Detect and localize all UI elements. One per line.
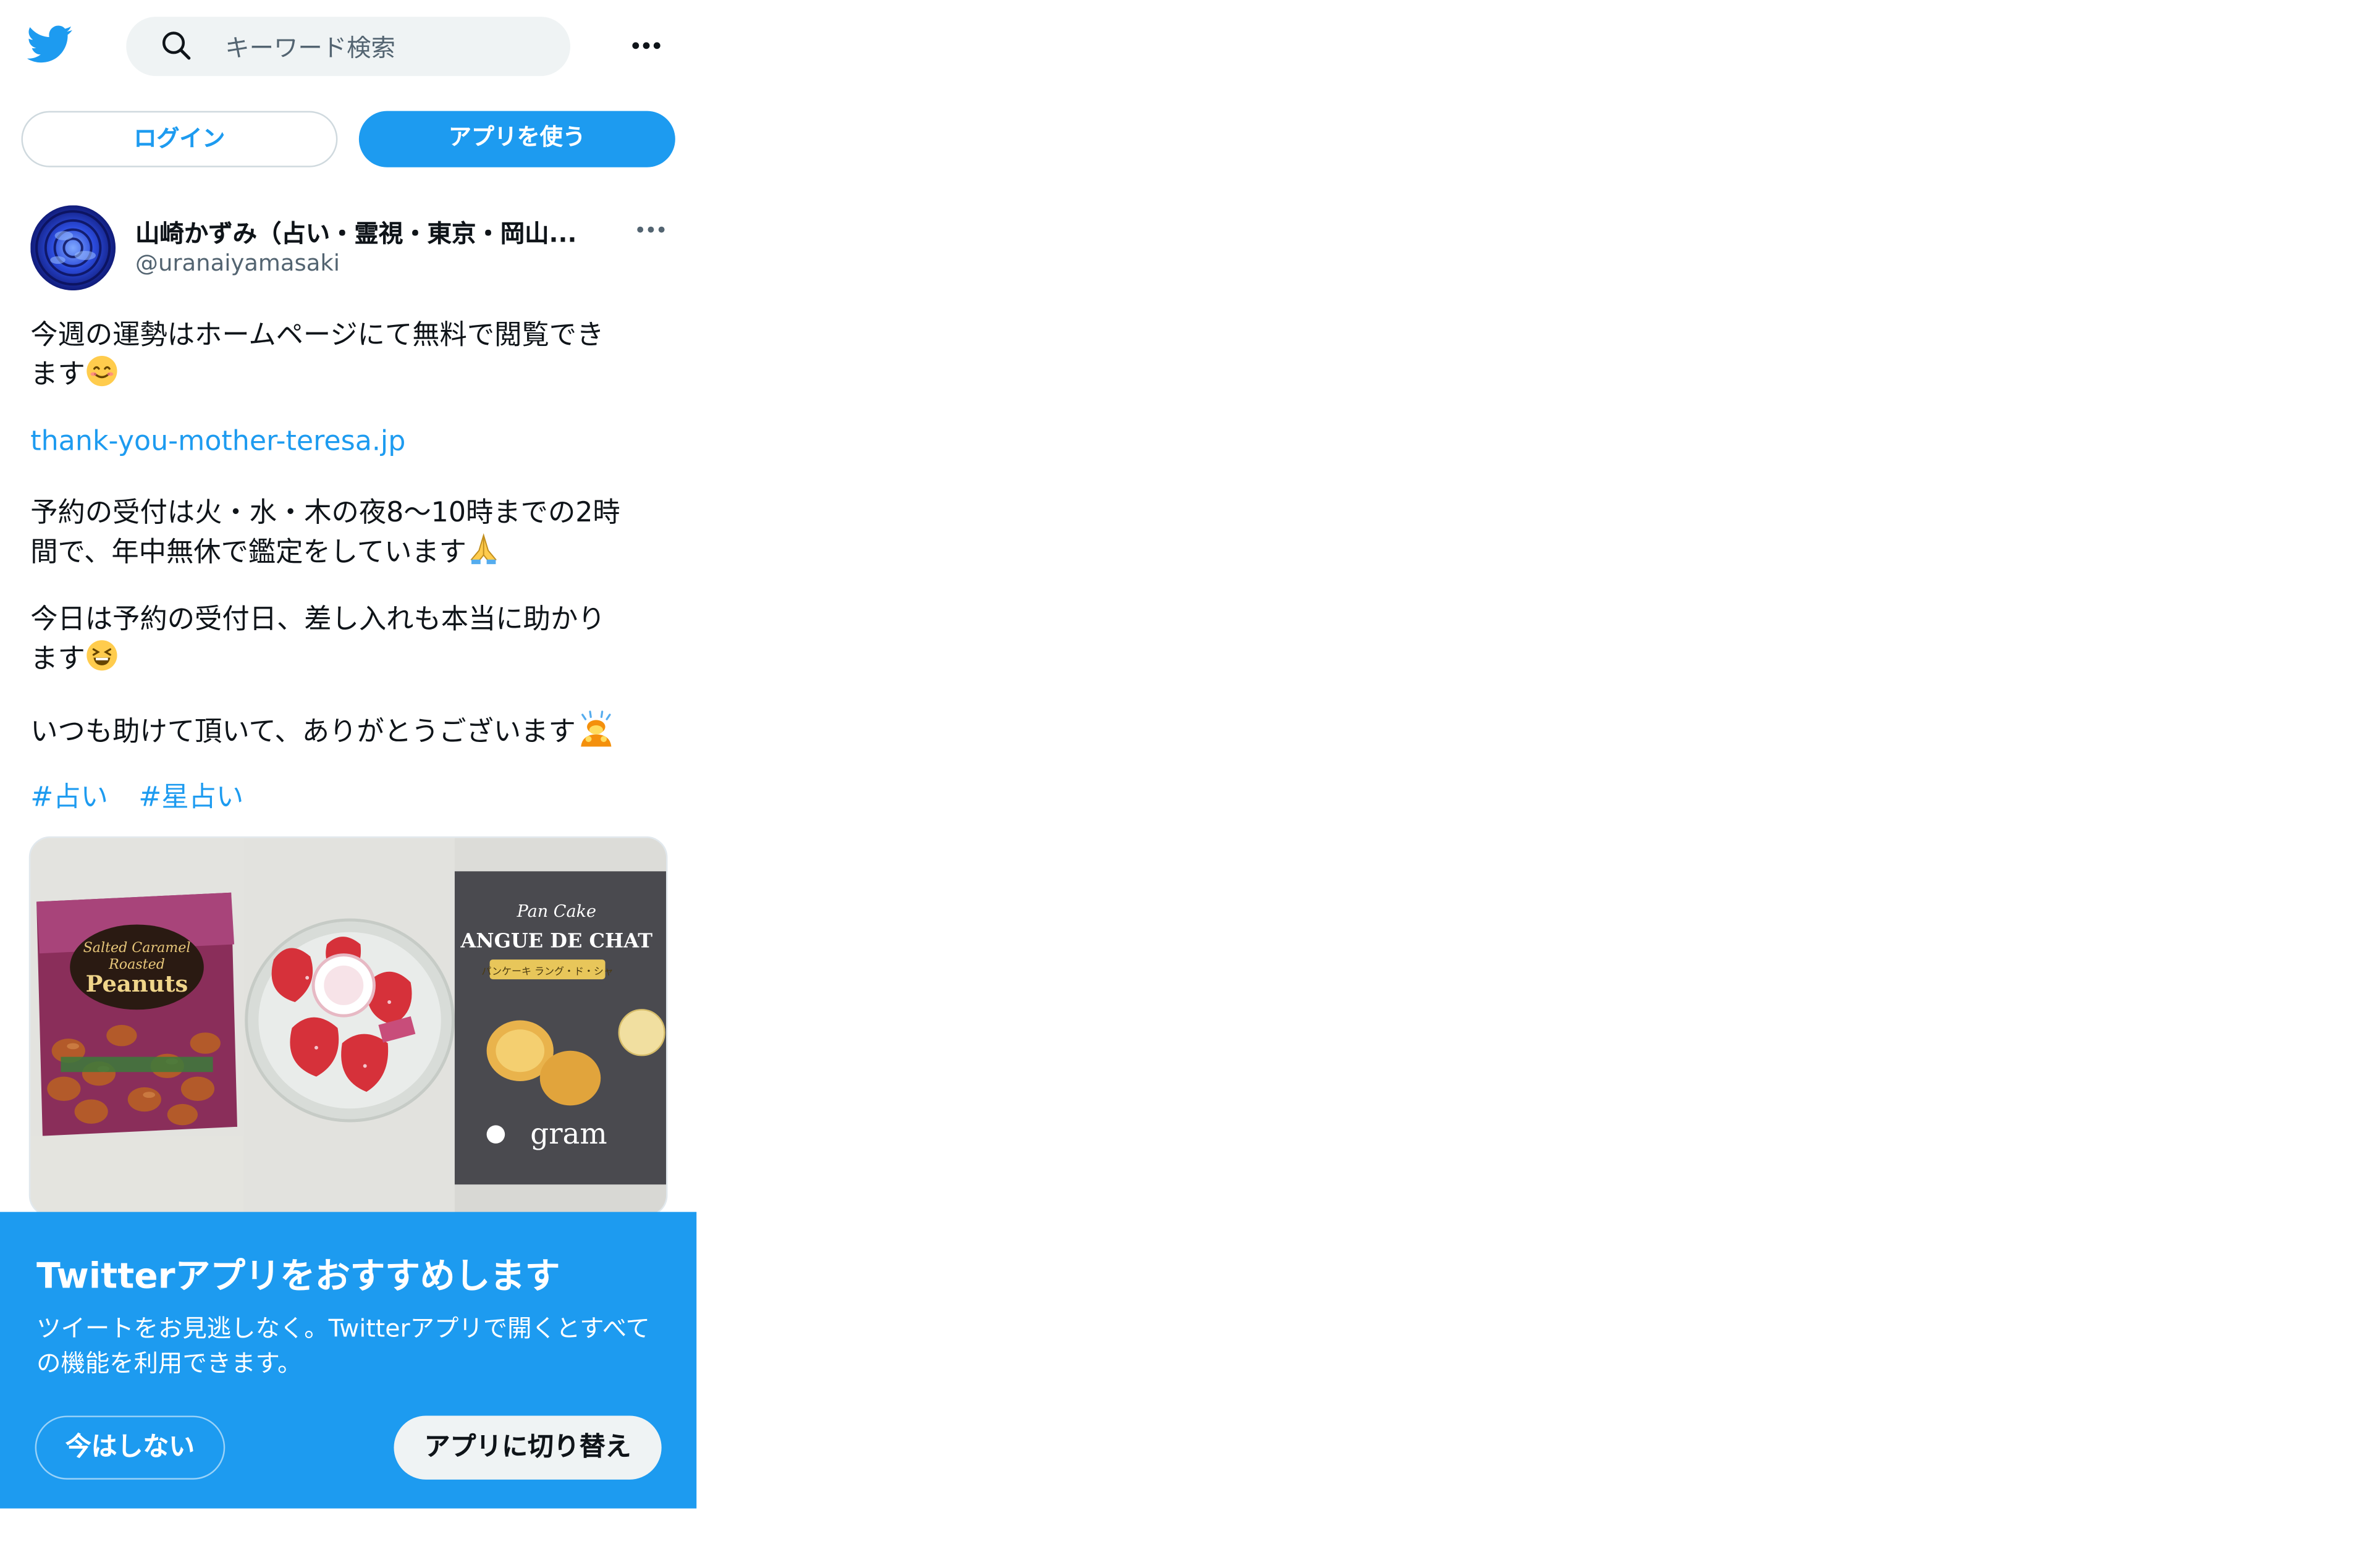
folded-hands-emoji-icon — [470, 533, 497, 565]
tweet-text-fragment: ます — [30, 358, 85, 391]
person-bowing-emoji-icon — [580, 710, 611, 747]
smiling-face-emoji-icon — [87, 355, 117, 387]
svg-text:gram: gram — [530, 1118, 607, 1151]
search-icon — [162, 32, 191, 60]
tweet-text-line: 予約の受付は火・水・木の夜8〜10時までの2時 — [30, 497, 620, 529]
svg-text:Peanuts: Peanuts — [86, 970, 188, 997]
tweet-text-line: 今日は予約の受付日、差し入れも本当に助かり — [30, 604, 606, 636]
switch-to-app-button[interactable]: アプリに切り替え — [394, 1415, 662, 1480]
tweet-text-line: ます — [30, 639, 677, 678]
use-app-button[interactable]: アプリを使う — [358, 111, 675, 167]
hashtag-line: #占い #星占い — [30, 780, 677, 817]
tweet-link-line: thank-you-mother-teresa.jp — [30, 424, 677, 461]
blue-rose-avatar-image — [30, 205, 116, 291]
svg-text:Pan Cake: Pan Cake — [517, 902, 596, 921]
tweet-text-line: いつも助けて頂いて、ありがとうございます — [30, 709, 677, 751]
tweet-text-fragment: ます — [30, 643, 85, 675]
media-photo-langue-de-chat[interactable]: Pan Cake ANGUE DE CHAT パンケーキ ラング・ド・シャ gr… — [454, 838, 668, 1216]
author-handle[interactable]: @uranaiyamasaki — [135, 250, 340, 277]
login-button[interactable]: ログイン — [21, 111, 338, 167]
tweet-media-grid[interactable]: Salted Caramel Roasted Peanuts Pan Cake … — [28, 836, 668, 1217]
svg-text:ANGUE DE CHAT: ANGUE DE CHAT — [460, 929, 653, 952]
hashtag-link[interactable]: #星占い — [138, 782, 243, 814]
search-input[interactable] — [225, 30, 560, 64]
tweet-text-line: ます — [30, 354, 677, 394]
not-now-button[interactable]: 今はしない — [35, 1415, 226, 1480]
tweet-text-fragment: 間で、年中無休で鑑定をしています — [30, 536, 467, 569]
tweet-more-icon[interactable] — [631, 213, 670, 247]
promo-body: ツイートをお見逃しなく。Twitterアプリで開くとすべての機能を利用できます。 — [36, 1313, 650, 1378]
promo-title: Twitterアプリをおすすめします — [36, 1257, 560, 1297]
more-horizontal-icon[interactable] — [625, 27, 668, 64]
tweet-text-line: 間で、年中無休で鑑定をしています — [30, 532, 677, 571]
media-photo-peanuts[interactable]: Salted Caramel Roasted Peanuts — [30, 838, 243, 1216]
media-photo-strawberries[interactable] — [243, 838, 455, 1216]
svg-text:Salted Caramel: Salted Caramel — [83, 940, 191, 956]
tweet-text-fragment: いつも助けて頂いて、ありがとうございます — [30, 716, 576, 748]
author-name[interactable]: 山崎かずみ（占い・霊視・東京・岡山... — [135, 213, 607, 246]
avatar[interactable] — [30, 205, 116, 291]
tweet-text-line: 今週の運勢はホームページにて無料で閲覧でき — [30, 319, 604, 352]
tweet-link[interactable]: thank-you-mother-teresa.jp — [30, 426, 405, 458]
twitter-logo-icon[interactable] — [27, 21, 73, 67]
hashtag-link[interactable]: #占い — [30, 782, 108, 814]
grinning-squinting-face-emoji-icon — [87, 640, 117, 671]
tweet-media-photos: Salted Caramel Roasted Peanuts Pan Cake … — [30, 838, 668, 1216]
svg-text:パンケーキ ラング・ド・シャ: パンケーキ ラング・ド・シャ — [481, 966, 614, 977]
